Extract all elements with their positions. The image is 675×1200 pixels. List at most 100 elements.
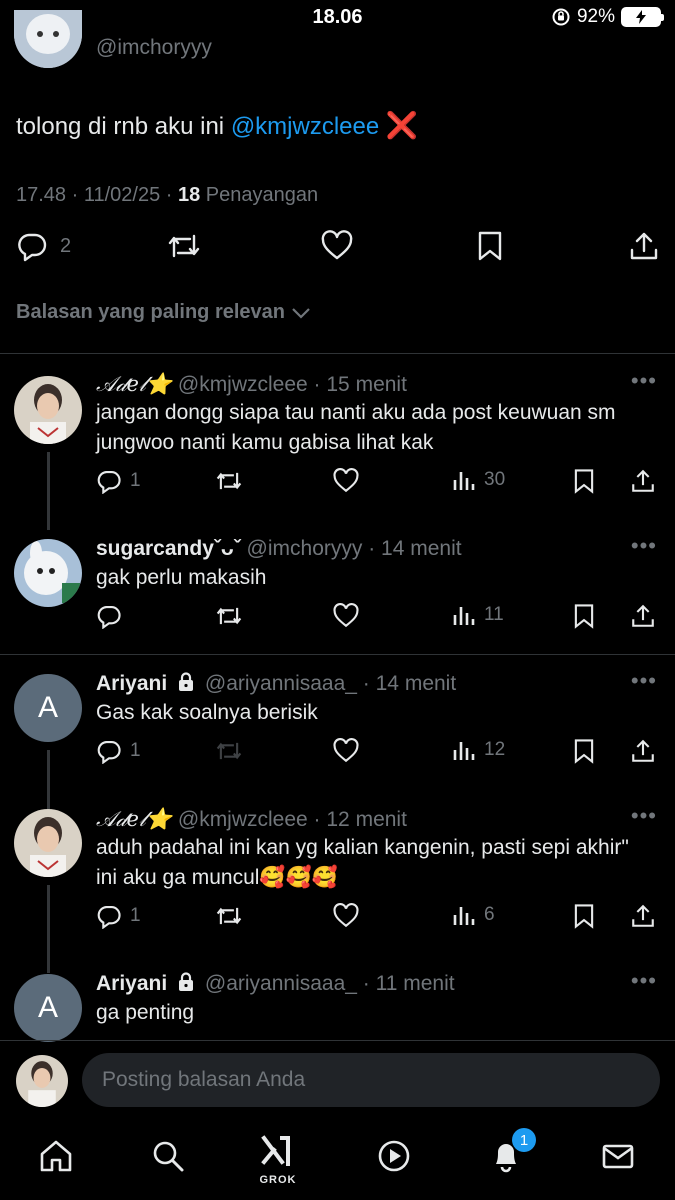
tweet-timestamp: 17.48 · 11/02/25 · xyxy=(16,184,178,206)
reply-actions: 1 6 xyxy=(96,903,661,933)
search-icon[interactable] xyxy=(148,1136,188,1176)
like-button[interactable] xyxy=(332,903,360,929)
bookmark-button[interactable] xyxy=(572,603,596,629)
status-right: 92% xyxy=(551,6,664,28)
share-button[interactable] xyxy=(630,903,656,929)
reply-button[interactable]: 1 xyxy=(96,903,141,929)
reply-button[interactable] xyxy=(96,603,122,629)
author-avatar[interactable] xyxy=(14,10,82,68)
notification-badge: 1 xyxy=(512,1128,536,1152)
display-name[interactable]: Ariyani xyxy=(96,672,167,695)
avatar[interactable] xyxy=(14,539,82,607)
display-name[interactable]: 𝒜𝒹𝑒𝓁⭐ xyxy=(96,807,172,831)
lock-rotation-icon xyxy=(551,7,571,27)
lock-icon xyxy=(177,672,195,692)
like-button[interactable] xyxy=(332,468,360,494)
more-icon[interactable]: ••• xyxy=(631,968,657,994)
author-handle[interactable]: @imchoryyy xyxy=(96,36,212,60)
reply-header: sugarcandyˇᴗˇ @imchoryyy · 14 menit xyxy=(96,537,462,561)
retweet-button[interactable] xyxy=(166,230,202,262)
avatar[interactable]: A xyxy=(14,674,82,742)
battery-icon xyxy=(621,7,664,27)
retweet-button[interactable] xyxy=(214,468,244,494)
share-icon xyxy=(630,738,656,764)
like-icon xyxy=(332,903,360,929)
bookmark-button[interactable] xyxy=(572,468,596,494)
bookmark-button[interactable] xyxy=(572,903,596,929)
reply-actions: 1 12 xyxy=(96,738,661,768)
views-count: 18 xyxy=(177,184,201,206)
like-icon xyxy=(332,603,360,629)
thread-connector xyxy=(47,885,50,973)
display-name[interactable]: sugarcandyˇᴗˇ xyxy=(96,537,241,560)
avatar[interactable] xyxy=(14,376,82,444)
bell-icon[interactable]: 1 xyxy=(486,1128,536,1176)
more-icon[interactable]: ••• xyxy=(631,533,657,559)
share-button[interactable] xyxy=(630,738,656,764)
battery-percent: 92% xyxy=(576,6,615,27)
reply-icon xyxy=(16,230,48,262)
views-button[interactable]: 11 xyxy=(452,603,504,627)
views-label: Penayangan xyxy=(200,184,319,206)
tweet-meta: 17.48 · 11/02/25 · 18 Penayangan xyxy=(16,184,318,207)
display-name[interactable]: 𝒜𝒹𝑒𝓁⭐ xyxy=(96,372,172,396)
reply-button[interactable]: 1 xyxy=(96,738,141,764)
tweet-text-body: tolong di rnb aku ini xyxy=(16,113,231,140)
views-count: 11 xyxy=(484,604,504,625)
share-button[interactable] xyxy=(630,603,656,629)
reply-actions: 1 30 xyxy=(96,468,661,498)
play-icon[interactable] xyxy=(374,1136,414,1176)
reply-button[interactable]: 2 xyxy=(16,230,71,262)
grok-icon[interactable] xyxy=(258,1130,298,1170)
reply-actions: 11 xyxy=(96,603,661,633)
retweet-button[interactable] xyxy=(214,738,244,764)
mail-icon[interactable] xyxy=(598,1136,638,1176)
handle-time: @imchoryyy · 14 menit xyxy=(246,537,462,560)
bookmark-button[interactable] xyxy=(476,230,504,262)
reply-text: jangan dongg siapa tau nanti aku ada pos… xyxy=(96,401,616,454)
reply-composer: Posting balasan Anda xyxy=(0,1040,675,1122)
bookmark-icon xyxy=(572,903,596,929)
like-icon xyxy=(332,468,360,494)
cross-mark-emoji: ❌ xyxy=(385,110,419,140)
reply-icon xyxy=(96,603,122,629)
reply-text: Gas kak soalnya berisik xyxy=(96,701,318,724)
reply-icon xyxy=(96,903,122,929)
reply-input[interactable]: Posting balasan Anda xyxy=(82,1053,660,1107)
like-button[interactable] xyxy=(320,230,354,262)
views-icon xyxy=(452,903,476,927)
my-avatar[interactable] xyxy=(16,1055,68,1107)
sort-replies-button[interactable]: Balasan yang paling relevan xyxy=(16,301,311,324)
status-bar: 3 18.06 92% xyxy=(0,0,675,34)
share-button[interactable] xyxy=(630,468,656,494)
views-icon xyxy=(452,603,476,627)
views-count: 12 xyxy=(484,739,506,760)
views-button[interactable]: 12 xyxy=(452,738,505,762)
share-button[interactable] xyxy=(628,230,660,262)
reply-button[interactable]: 1 xyxy=(96,468,141,494)
like-button[interactable] xyxy=(332,603,360,629)
home-icon[interactable] xyxy=(36,1136,76,1176)
retweet-button[interactable] xyxy=(214,603,244,629)
retweet-icon xyxy=(214,738,244,764)
reply-icon xyxy=(96,738,122,764)
retweet-button[interactable] xyxy=(214,903,244,929)
more-icon[interactable]: ••• xyxy=(631,668,657,694)
views-icon xyxy=(452,738,476,762)
more-icon[interactable]: ••• xyxy=(631,368,657,394)
bookmark-button[interactable] xyxy=(572,738,596,764)
like-button[interactable] xyxy=(332,738,360,764)
avatar-letter: A xyxy=(37,991,58,1024)
handle-time: @ariyannisaaa_ · 11 menit xyxy=(204,972,455,995)
reply-icon xyxy=(96,468,122,494)
views-button[interactable]: 30 xyxy=(452,468,505,492)
display-name[interactable]: Ariyani xyxy=(96,972,167,995)
grok-label: GROK xyxy=(259,1174,297,1186)
avatar[interactable]: A xyxy=(14,974,82,1042)
more-icon[interactable]: ••• xyxy=(631,803,657,829)
mention-link[interactable]: @kmjwzcleee xyxy=(231,113,379,140)
avatar[interactable] xyxy=(14,809,82,877)
share-icon xyxy=(630,468,656,494)
views-button[interactable]: 6 xyxy=(452,903,495,927)
tweet-text: tolong di rnb aku ini @kmjwzcleee ❌ xyxy=(16,110,418,141)
